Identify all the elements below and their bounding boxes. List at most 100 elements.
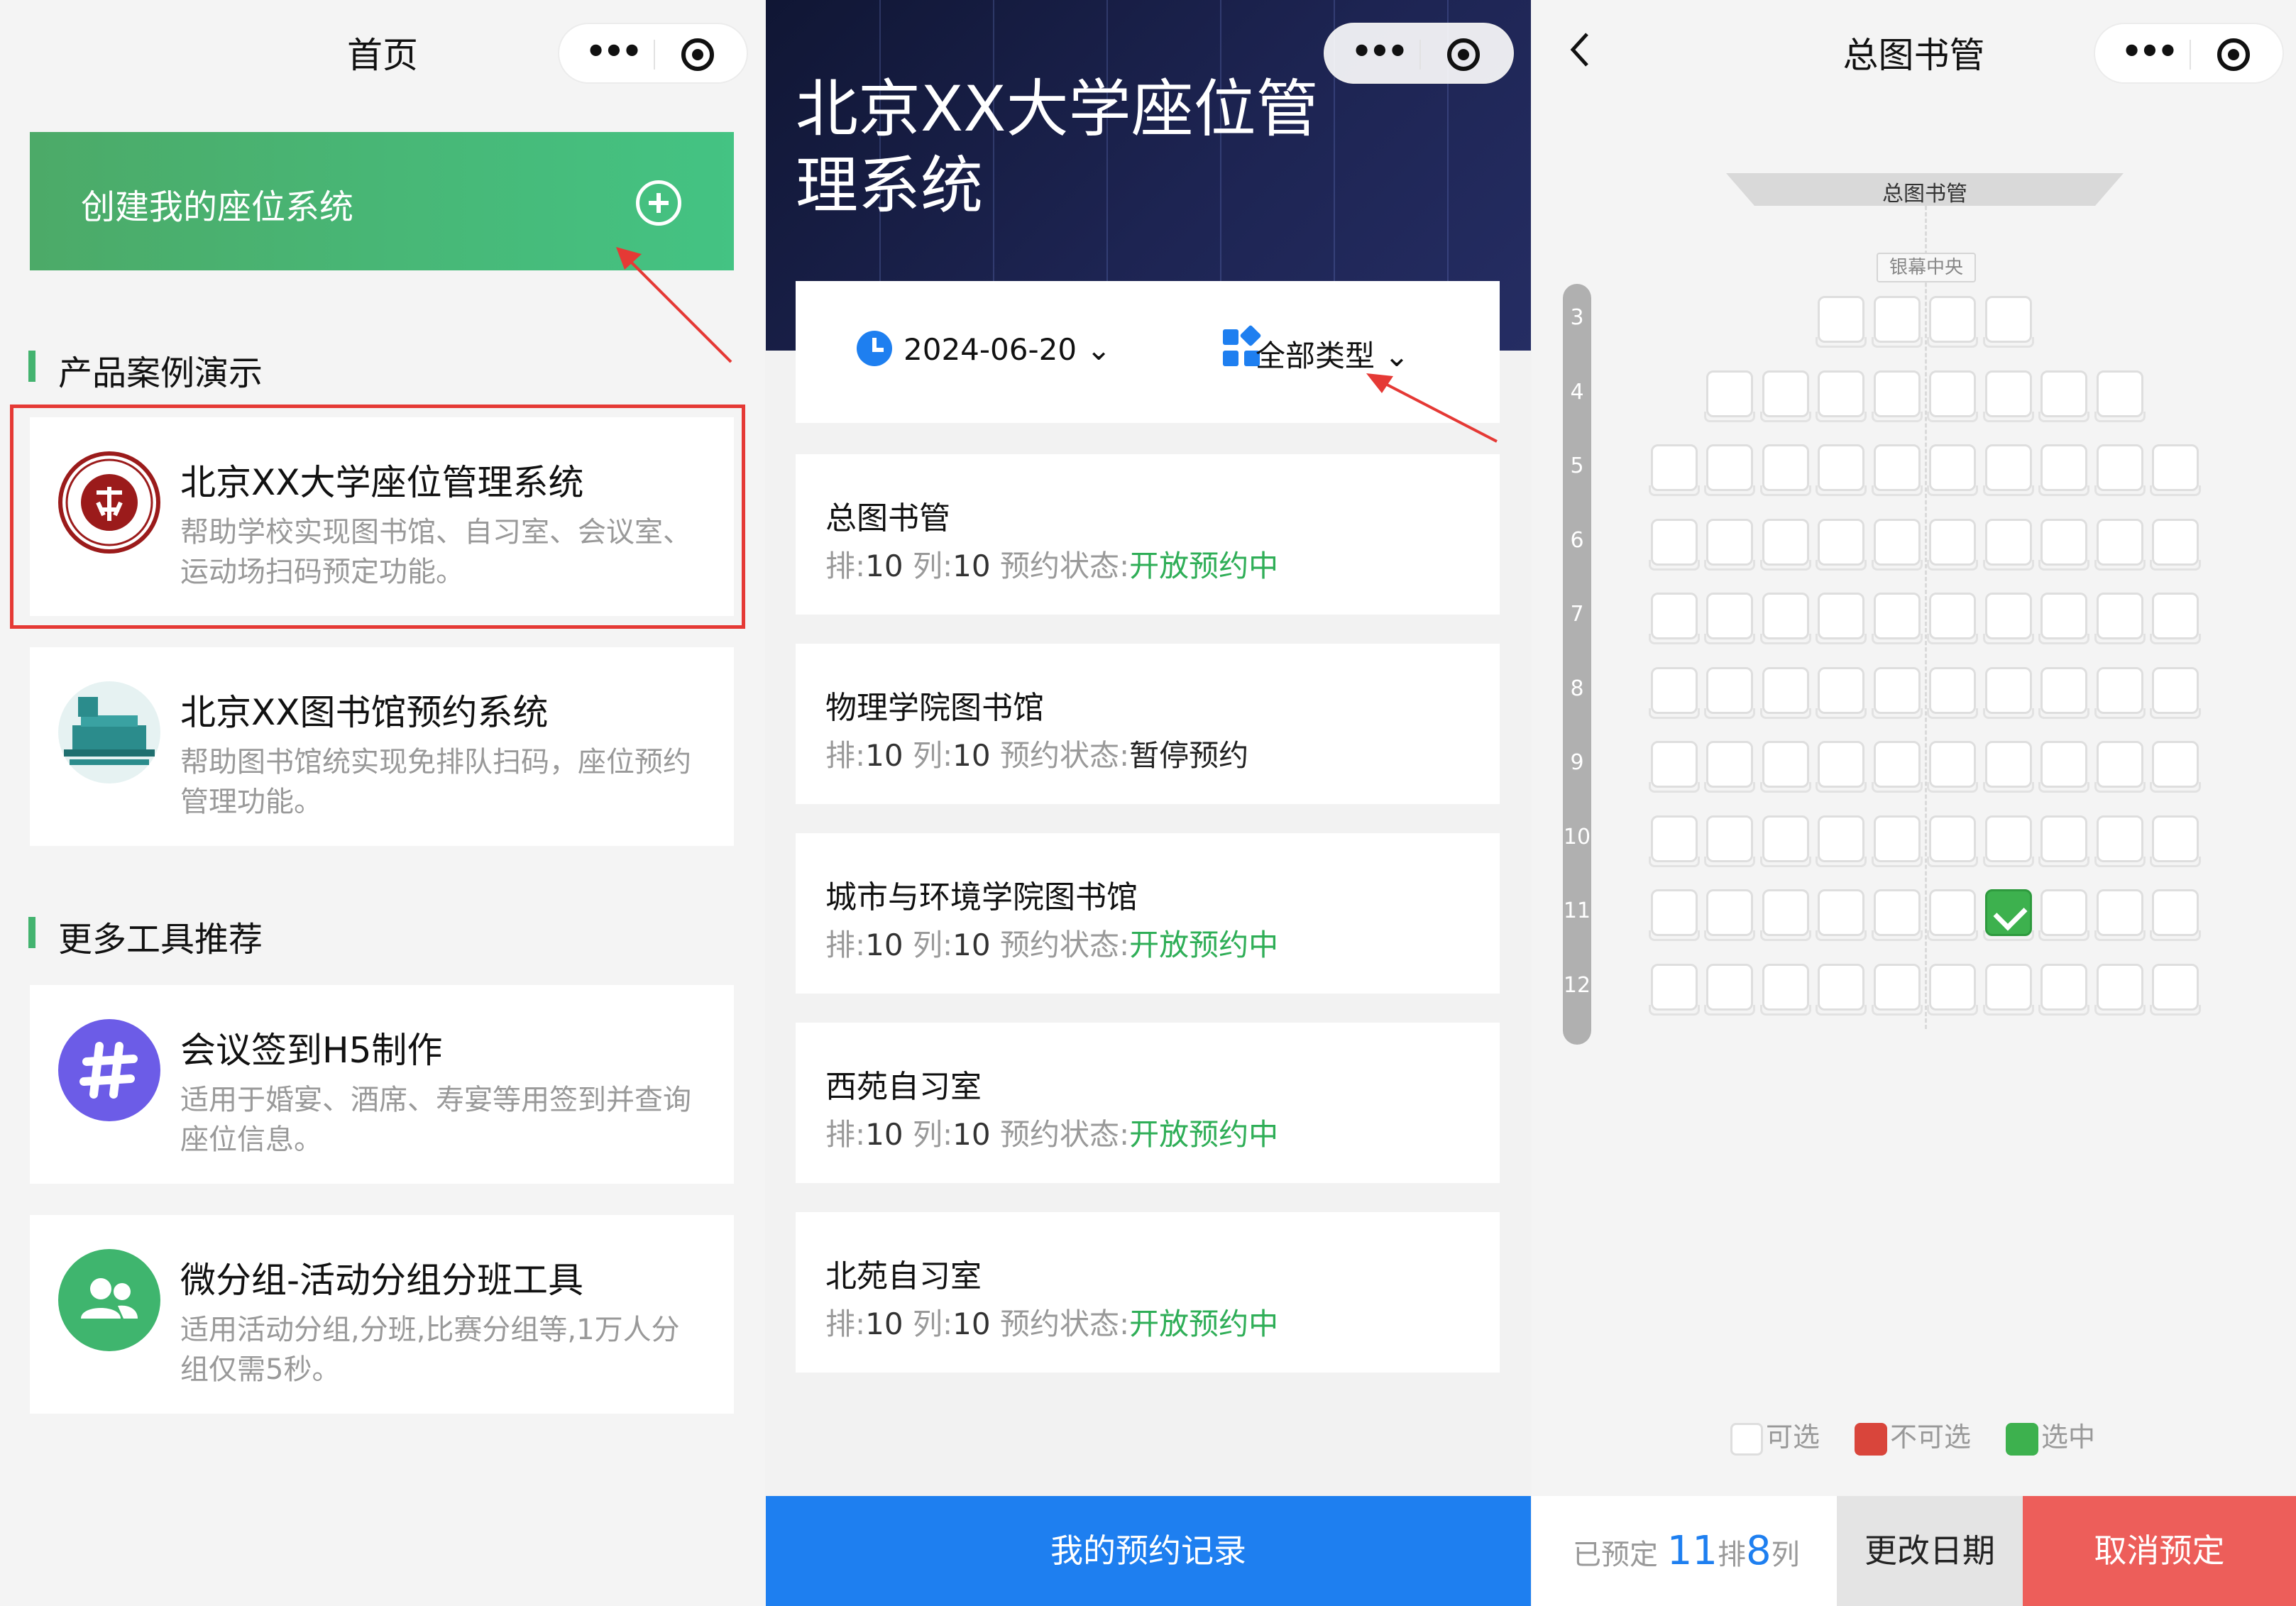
seat-available[interactable] — [1871, 518, 1923, 571]
seat-available[interactable] — [1816, 666, 1867, 719]
seat-available[interactable] — [1927, 666, 1979, 719]
seat-available[interactable] — [1927, 370, 1979, 422]
seat-available[interactable] — [2094, 593, 2146, 644]
seat-available[interactable] — [1871, 666, 1923, 719]
seat-available[interactable] — [2038, 370, 2090, 422]
case-card-library[interactable]: 北京XX图书馆预约系统 帮助图书馆统实现免排队扫码，座位预约管理功能。 — [30, 647, 734, 846]
seat-available[interactable] — [1648, 518, 1700, 571]
seat-available[interactable] — [1759, 741, 1811, 793]
seat-available[interactable] — [2094, 741, 2146, 793]
seat-available[interactable] — [1759, 963, 1811, 1016]
seat-available[interactable] — [1759, 889, 1811, 941]
seat-available[interactable] — [1816, 815, 1867, 867]
seat-available[interactable] — [1648, 815, 1700, 867]
seat-available[interactable] — [2094, 444, 2146, 496]
seat-available[interactable] — [1759, 593, 1811, 644]
more-icon[interactable]: ••• — [581, 35, 644, 71]
seat-available[interactable] — [1927, 815, 1979, 867]
seat-available[interactable] — [1982, 741, 2034, 793]
close-target-icon[interactable] — [2217, 38, 2250, 71]
seat-available[interactable] — [2150, 593, 2202, 644]
seat-available[interactable] — [1759, 666, 1811, 719]
seat-available[interactable] — [1982, 370, 2034, 422]
seat-available[interactable] — [2038, 889, 2090, 941]
seat-available[interactable] — [1816, 444, 1867, 496]
seat-available[interactable] — [1816, 370, 1867, 422]
seat-available[interactable] — [1982, 963, 2034, 1016]
seat-available[interactable] — [2038, 741, 2090, 793]
category-selector[interactable]: 全部类型 ⌄ — [1256, 332, 1410, 375]
my-reservations-button[interactable]: 我的预约记录 — [766, 1496, 1531, 1606]
seat-available[interactable] — [2038, 444, 2090, 496]
seat-available[interactable] — [1927, 444, 1979, 496]
seat-available[interactable] — [1759, 370, 1811, 422]
seat-available[interactable] — [1704, 666, 1756, 719]
more-icon[interactable]: ••• — [1346, 35, 1410, 71]
seat-available[interactable] — [1704, 444, 1756, 496]
seat-available[interactable] — [1871, 889, 1923, 941]
seat-available[interactable] — [1927, 889, 1979, 941]
seat-available[interactable] — [1982, 666, 2034, 719]
seat-available[interactable] — [1927, 593, 1979, 644]
seat-available[interactable] — [2094, 370, 2146, 422]
create-seat-system-button[interactable]: 创建我的座位系统 — [30, 132, 734, 270]
seat-available[interactable] — [2094, 963, 2146, 1016]
seat-available[interactable] — [1982, 296, 2034, 348]
library-card[interactable]: 城市与环境学院图书馆 排:10 列:10 预约状态:开放预约中 — [796, 833, 1500, 994]
seat-available[interactable] — [1704, 370, 1756, 422]
seat-available[interactable] — [1704, 815, 1756, 867]
seat-available[interactable] — [2150, 666, 2202, 719]
seat-available[interactable] — [2094, 666, 2146, 719]
seat-available[interactable] — [1759, 444, 1811, 496]
seat-available[interactable] — [1648, 666, 1700, 719]
seat-available[interactable] — [1927, 741, 1979, 793]
seat-available[interactable] — [2094, 889, 2146, 941]
seat-available[interactable] — [2038, 518, 2090, 571]
more-icon[interactable]: ••• — [2116, 35, 2180, 71]
cancel-reservation-button[interactable]: 取消预定 — [2023, 1496, 2296, 1606]
seat-available[interactable] — [1982, 518, 2034, 571]
seat-available[interactable] — [2094, 518, 2146, 571]
library-card[interactable]: 北苑自习室 排:10 列:10 预约状态:开放预约中 — [796, 1212, 1500, 1373]
seat-available[interactable] — [1704, 593, 1756, 644]
seat-available[interactable] — [1816, 741, 1867, 793]
seat-available[interactable] — [1982, 444, 2034, 496]
seat-available[interactable] — [1927, 963, 1979, 1016]
tool-card-grouping[interactable]: 微分组-活动分组分班工具 适用活动分组,分班,比赛分组等,1万人分组仅需5秒。 — [30, 1215, 734, 1414]
seat-selected[interactable] — [1982, 889, 2034, 941]
library-card[interactable]: 总图书管 排:10 列:10 预约状态:开放预约中 — [796, 454, 1500, 615]
seat-available[interactable] — [1648, 444, 1700, 496]
seat-available[interactable] — [1871, 741, 1923, 793]
seat-available[interactable] — [2094, 815, 2146, 867]
seat-available[interactable] — [1871, 963, 1923, 1016]
seat-available[interactable] — [2150, 741, 2202, 793]
seat-available[interactable] — [2038, 666, 2090, 719]
library-card[interactable]: 物理学院图书馆 排:10 列:10 预约状态:暂停预约 — [796, 644, 1500, 804]
seat-available[interactable] — [1648, 889, 1700, 941]
seat-available[interactable] — [2038, 963, 2090, 1016]
close-target-icon[interactable] — [1447, 38, 1480, 71]
seat-available[interactable] — [1927, 518, 1979, 571]
seat-available[interactable] — [1648, 741, 1700, 793]
seat-available[interactable] — [1704, 963, 1756, 1016]
seat-available[interactable] — [1759, 518, 1811, 571]
seat-available[interactable] — [1759, 815, 1811, 867]
seat-available[interactable] — [2150, 444, 2202, 496]
seat-available[interactable] — [1927, 296, 1979, 348]
seat-available[interactable] — [1871, 444, 1923, 496]
seat-available[interactable] — [1982, 815, 2034, 867]
seat-available[interactable] — [1816, 889, 1867, 941]
library-card[interactable]: 西苑自习室 排:10 列:10 预约状态:开放预约中 — [796, 1023, 1500, 1183]
seat-available[interactable] — [1704, 889, 1756, 941]
seat-available[interactable] — [1871, 296, 1923, 348]
seat-available[interactable] — [2150, 518, 2202, 571]
change-date-button[interactable]: 更改日期 — [1837, 1496, 2023, 1606]
seat-available[interactable] — [1816, 593, 1867, 644]
seat-available[interactable] — [1816, 963, 1867, 1016]
tool-card-meeting-checkin[interactable]: 会议签到H5制作 适用于婚宴、酒席、寿宴等用签到并查询座位信息。 — [30, 985, 734, 1184]
seat-available[interactable] — [1871, 370, 1923, 422]
seat-available[interactable] — [1648, 593, 1700, 644]
seat-available[interactable] — [1816, 296, 1867, 348]
seat-available[interactable] — [1871, 815, 1923, 867]
seat-available[interactable] — [1871, 593, 1923, 644]
